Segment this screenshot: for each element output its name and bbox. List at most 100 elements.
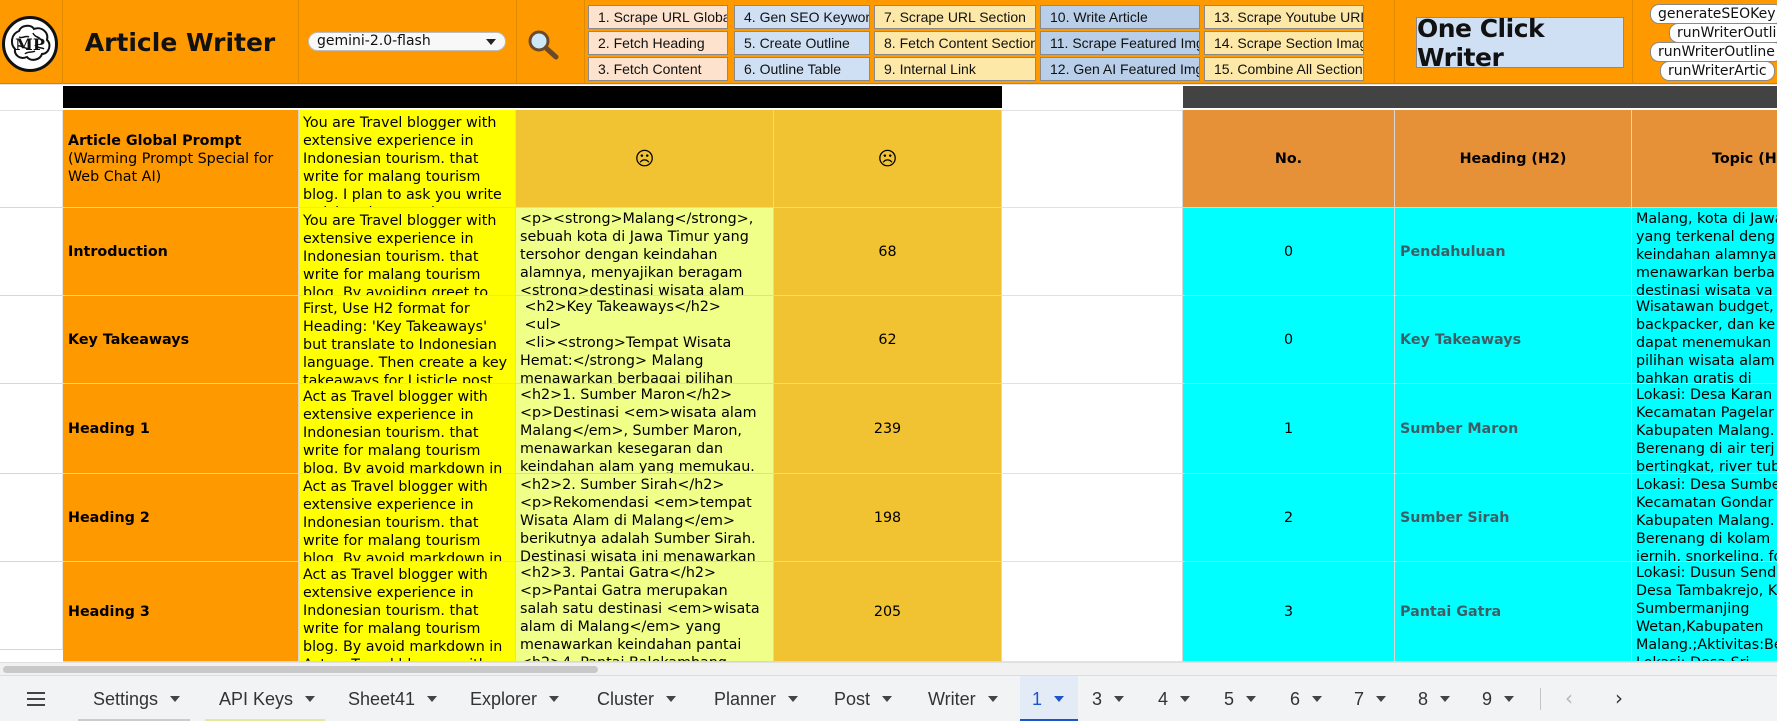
run-writer-outline-chip[interactable]: runWriterOutli bbox=[1669, 23, 1777, 43]
topic-cell[interactable]: Lokasi: Desa Sumbe Kecamatan Gondar Kabu… bbox=[1632, 474, 1777, 562]
heading-h2-cell[interactable]: Key Takeaways bbox=[1395, 296, 1632, 384]
row-label-key-takeaways[interactable]: Key Takeaways bbox=[63, 296, 299, 384]
word-count-cell[interactable]: 205 bbox=[774, 562, 1002, 662]
combine-all-sections-button[interactable]: 15. Combine All Sections bbox=[1204, 57, 1364, 81]
write-article-button[interactable]: 10. Write Article bbox=[1040, 5, 1200, 29]
content-cell[interactable]: <p><strong>Malang</strong>, sebuah kota … bbox=[516, 208, 774, 296]
word-count-cell[interactable]: 198 bbox=[774, 474, 1002, 562]
fetch-content-section-button[interactable]: 8. Fetch Content Section bbox=[874, 31, 1036, 55]
prompt-cell[interactable]: Act as Travel blogger with extensive exp… bbox=[299, 384, 516, 474]
chevron-down-icon[interactable] bbox=[1246, 696, 1257, 702]
content-cell[interactable]: <h2>Key Takeaways</h2> <ul> <li><strong>… bbox=[516, 296, 774, 384]
topic-cell[interactable]: Lokasi: Desa Karan Kecamatan Pagelar Kab… bbox=[1632, 384, 1777, 474]
scroll-tabs-left-icon[interactable]: ‹ bbox=[1558, 688, 1580, 710]
all-sheets-menu-icon[interactable] bbox=[24, 688, 48, 710]
prompt-cell[interactable]: Act as Travel blogger with extensive exp… bbox=[299, 474, 516, 562]
prompt-cell[interactable]: First, Use H2 format for Heading: 'Key T… bbox=[299, 296, 516, 384]
word-count-cell[interactable]: 62 bbox=[774, 296, 1002, 384]
chevron-down-icon[interactable] bbox=[1376, 696, 1387, 702]
run-writer-outline-table-chip[interactable]: runWriterOutline bbox=[1650, 42, 1777, 62]
tab-7[interactable]: 7 bbox=[1342, 676, 1404, 721]
scroll-tabs-right-icon[interactable]: › bbox=[1608, 688, 1630, 710]
chevron-down-icon[interactable] bbox=[987, 696, 998, 702]
row-label-introduction[interactable]: Introduction bbox=[63, 208, 299, 296]
scrollbar-thumb[interactable] bbox=[3, 666, 598, 673]
chevron-down-icon[interactable] bbox=[1504, 696, 1515, 702]
row-label-heading-2[interactable]: Heading 2 bbox=[63, 474, 299, 562]
scrape-featured-img-button[interactable]: 11. Scrape Featured Img bbox=[1040, 31, 1200, 55]
magnifier-icon[interactable] bbox=[526, 28, 560, 60]
tab-8[interactable]: 8 bbox=[1406, 676, 1468, 721]
heading-h2-cell[interactable]: Sumber Maron bbox=[1395, 384, 1632, 474]
scrape-url-section-button[interactable]: 7. Scrape URL Section bbox=[874, 5, 1036, 29]
content-cell[interactable]: <h2>1. Sumber Maron</h2> <p>Destinasi <e… bbox=[516, 384, 774, 474]
chevron-down-icon[interactable] bbox=[1114, 696, 1125, 702]
row-number-cell[interactable]: 2 bbox=[1183, 474, 1395, 562]
chevron-down-icon[interactable] bbox=[882, 696, 893, 702]
tab-4[interactable]: 4 bbox=[1146, 676, 1208, 721]
column-header-topic[interactable]: Topic (H bbox=[1632, 110, 1777, 208]
chevron-down-icon[interactable] bbox=[788, 696, 799, 702]
column-header-no[interactable]: No. bbox=[1183, 110, 1395, 208]
heading-h2-cell[interactable]: Pantai Gatra bbox=[1395, 562, 1632, 662]
prompt-cell[interactable]: You are Travel blogger with extensive ex… bbox=[299, 208, 516, 296]
sad-face-icon[interactable]: ☹ bbox=[774, 110, 1002, 208]
one-click-writer-button[interactable]: One Click Writer bbox=[1416, 14, 1624, 72]
internal-link-button[interactable]: 9. Internal Link bbox=[874, 57, 1036, 81]
chevron-down-icon[interactable] bbox=[486, 39, 496, 45]
tab-9[interactable]: 9 bbox=[1470, 676, 1532, 721]
spreadsheet-grid[interactable]: Article Global Prompt (Warming Prompt Sp… bbox=[0, 84, 1777, 662]
prompt-cell[interactable]: Act as Travel blogger with extensive exp… bbox=[299, 562, 516, 662]
row-number-cell[interactable]: 0 bbox=[1183, 208, 1395, 296]
tab-post[interactable]: Post bbox=[820, 676, 914, 721]
chevron-down-icon[interactable] bbox=[170, 696, 181, 702]
create-outline-button[interactable]: 5. Create Outline bbox=[734, 31, 870, 55]
generate-seo-keywords-chip[interactable]: generateSEOKey bbox=[1650, 4, 1777, 24]
chevron-down-icon[interactable] bbox=[427, 696, 438, 702]
row-number-cell[interactable]: 0 bbox=[1183, 296, 1395, 384]
word-count-cell[interactable]: 68 bbox=[774, 208, 1002, 296]
chevron-down-icon[interactable] bbox=[1440, 696, 1451, 702]
row-label-heading-3[interactable]: Heading 3 bbox=[63, 562, 299, 662]
row-label-heading-1[interactable]: Heading 1 bbox=[63, 384, 299, 474]
chevron-down-icon[interactable] bbox=[549, 696, 560, 702]
word-count-cell[interactable]: 239 bbox=[774, 384, 1002, 474]
tab-5[interactable]: 5 bbox=[1212, 676, 1274, 721]
chevron-down-icon[interactable] bbox=[305, 696, 316, 702]
topic-cell[interactable]: Malang, kota di Jawa yang terkenal deng … bbox=[1632, 208, 1777, 296]
tab-cluster[interactable]: Cluster bbox=[584, 676, 696, 721]
heading-h2-cell[interactable]: Pendahuluan bbox=[1395, 208, 1632, 296]
chevron-down-icon[interactable] bbox=[1180, 696, 1191, 702]
chevron-down-icon[interactable] bbox=[666, 696, 677, 702]
model-dropdown[interactable]: gemini-2.0-flash bbox=[308, 32, 506, 51]
global-prompt-cell[interactable]: You are Travel blogger with extensive ex… bbox=[299, 110, 516, 208]
row-number-cell[interactable]: 3 bbox=[1183, 562, 1395, 662]
fetch-heading-button[interactable]: 2. Fetch Heading bbox=[588, 31, 728, 55]
tab-api-keys[interactable]: API Keys bbox=[205, 676, 325, 721]
gen-ai-featured-img-button[interactable]: 12. Gen AI Featured Img bbox=[1040, 57, 1200, 81]
tab-sheet41[interactable]: Sheet41 bbox=[334, 676, 444, 721]
scrape-url-global-button[interactable]: 1. Scrape URL Global bbox=[588, 5, 728, 29]
fetch-content-button[interactable]: 3. Fetch Content bbox=[588, 57, 728, 81]
run-writer-article-chip[interactable]: runWriterArtic bbox=[1660, 61, 1775, 81]
content-cell[interactable]: <h2>2. Sumber Sirah</h2> <p>Rekomendasi … bbox=[516, 474, 774, 562]
tab-6[interactable]: 6 bbox=[1278, 676, 1340, 721]
scrape-youtube-url-button[interactable]: 13. Scrape Youtube URL bbox=[1204, 5, 1364, 29]
tab-3[interactable]: 3 bbox=[1080, 676, 1142, 721]
tab-explorer[interactable]: Explorer bbox=[456, 676, 574, 721]
chevron-down-icon[interactable] bbox=[1054, 696, 1065, 702]
topic-cell[interactable]: Wisatawan budget, backpacker, dan ke dap… bbox=[1632, 296, 1777, 384]
gen-seo-keywords-button[interactable]: 4. Gen SEO Keywords bbox=[734, 5, 870, 29]
scrape-section-image-button[interactable]: 14. Scrape Section Image bbox=[1204, 31, 1364, 55]
content-cell[interactable]: <h2>3. Pantai Gatra</h2> <p>Pantai Gatra… bbox=[516, 562, 774, 662]
column-header-heading[interactable]: Heading (H2) bbox=[1395, 110, 1632, 208]
horizontal-scrollbar[interactable] bbox=[0, 662, 1777, 675]
row-number-cell[interactable]: 1 bbox=[1183, 384, 1395, 474]
topic-cell[interactable]: Lokasi: Dusun Send Desa Tambakrejo, K Su… bbox=[1632, 562, 1777, 662]
heading-h2-cell[interactable]: Sumber Sirah bbox=[1395, 474, 1632, 562]
tab-planner[interactable]: Planner bbox=[700, 676, 814, 721]
row-label-global-prompt[interactable]: Article Global Prompt (Warming Prompt Sp… bbox=[63, 110, 299, 208]
chevron-down-icon[interactable] bbox=[1312, 696, 1323, 702]
tab-writer[interactable]: Writer bbox=[914, 676, 1018, 721]
tab-1[interactable]: 1 bbox=[1020, 676, 1078, 721]
